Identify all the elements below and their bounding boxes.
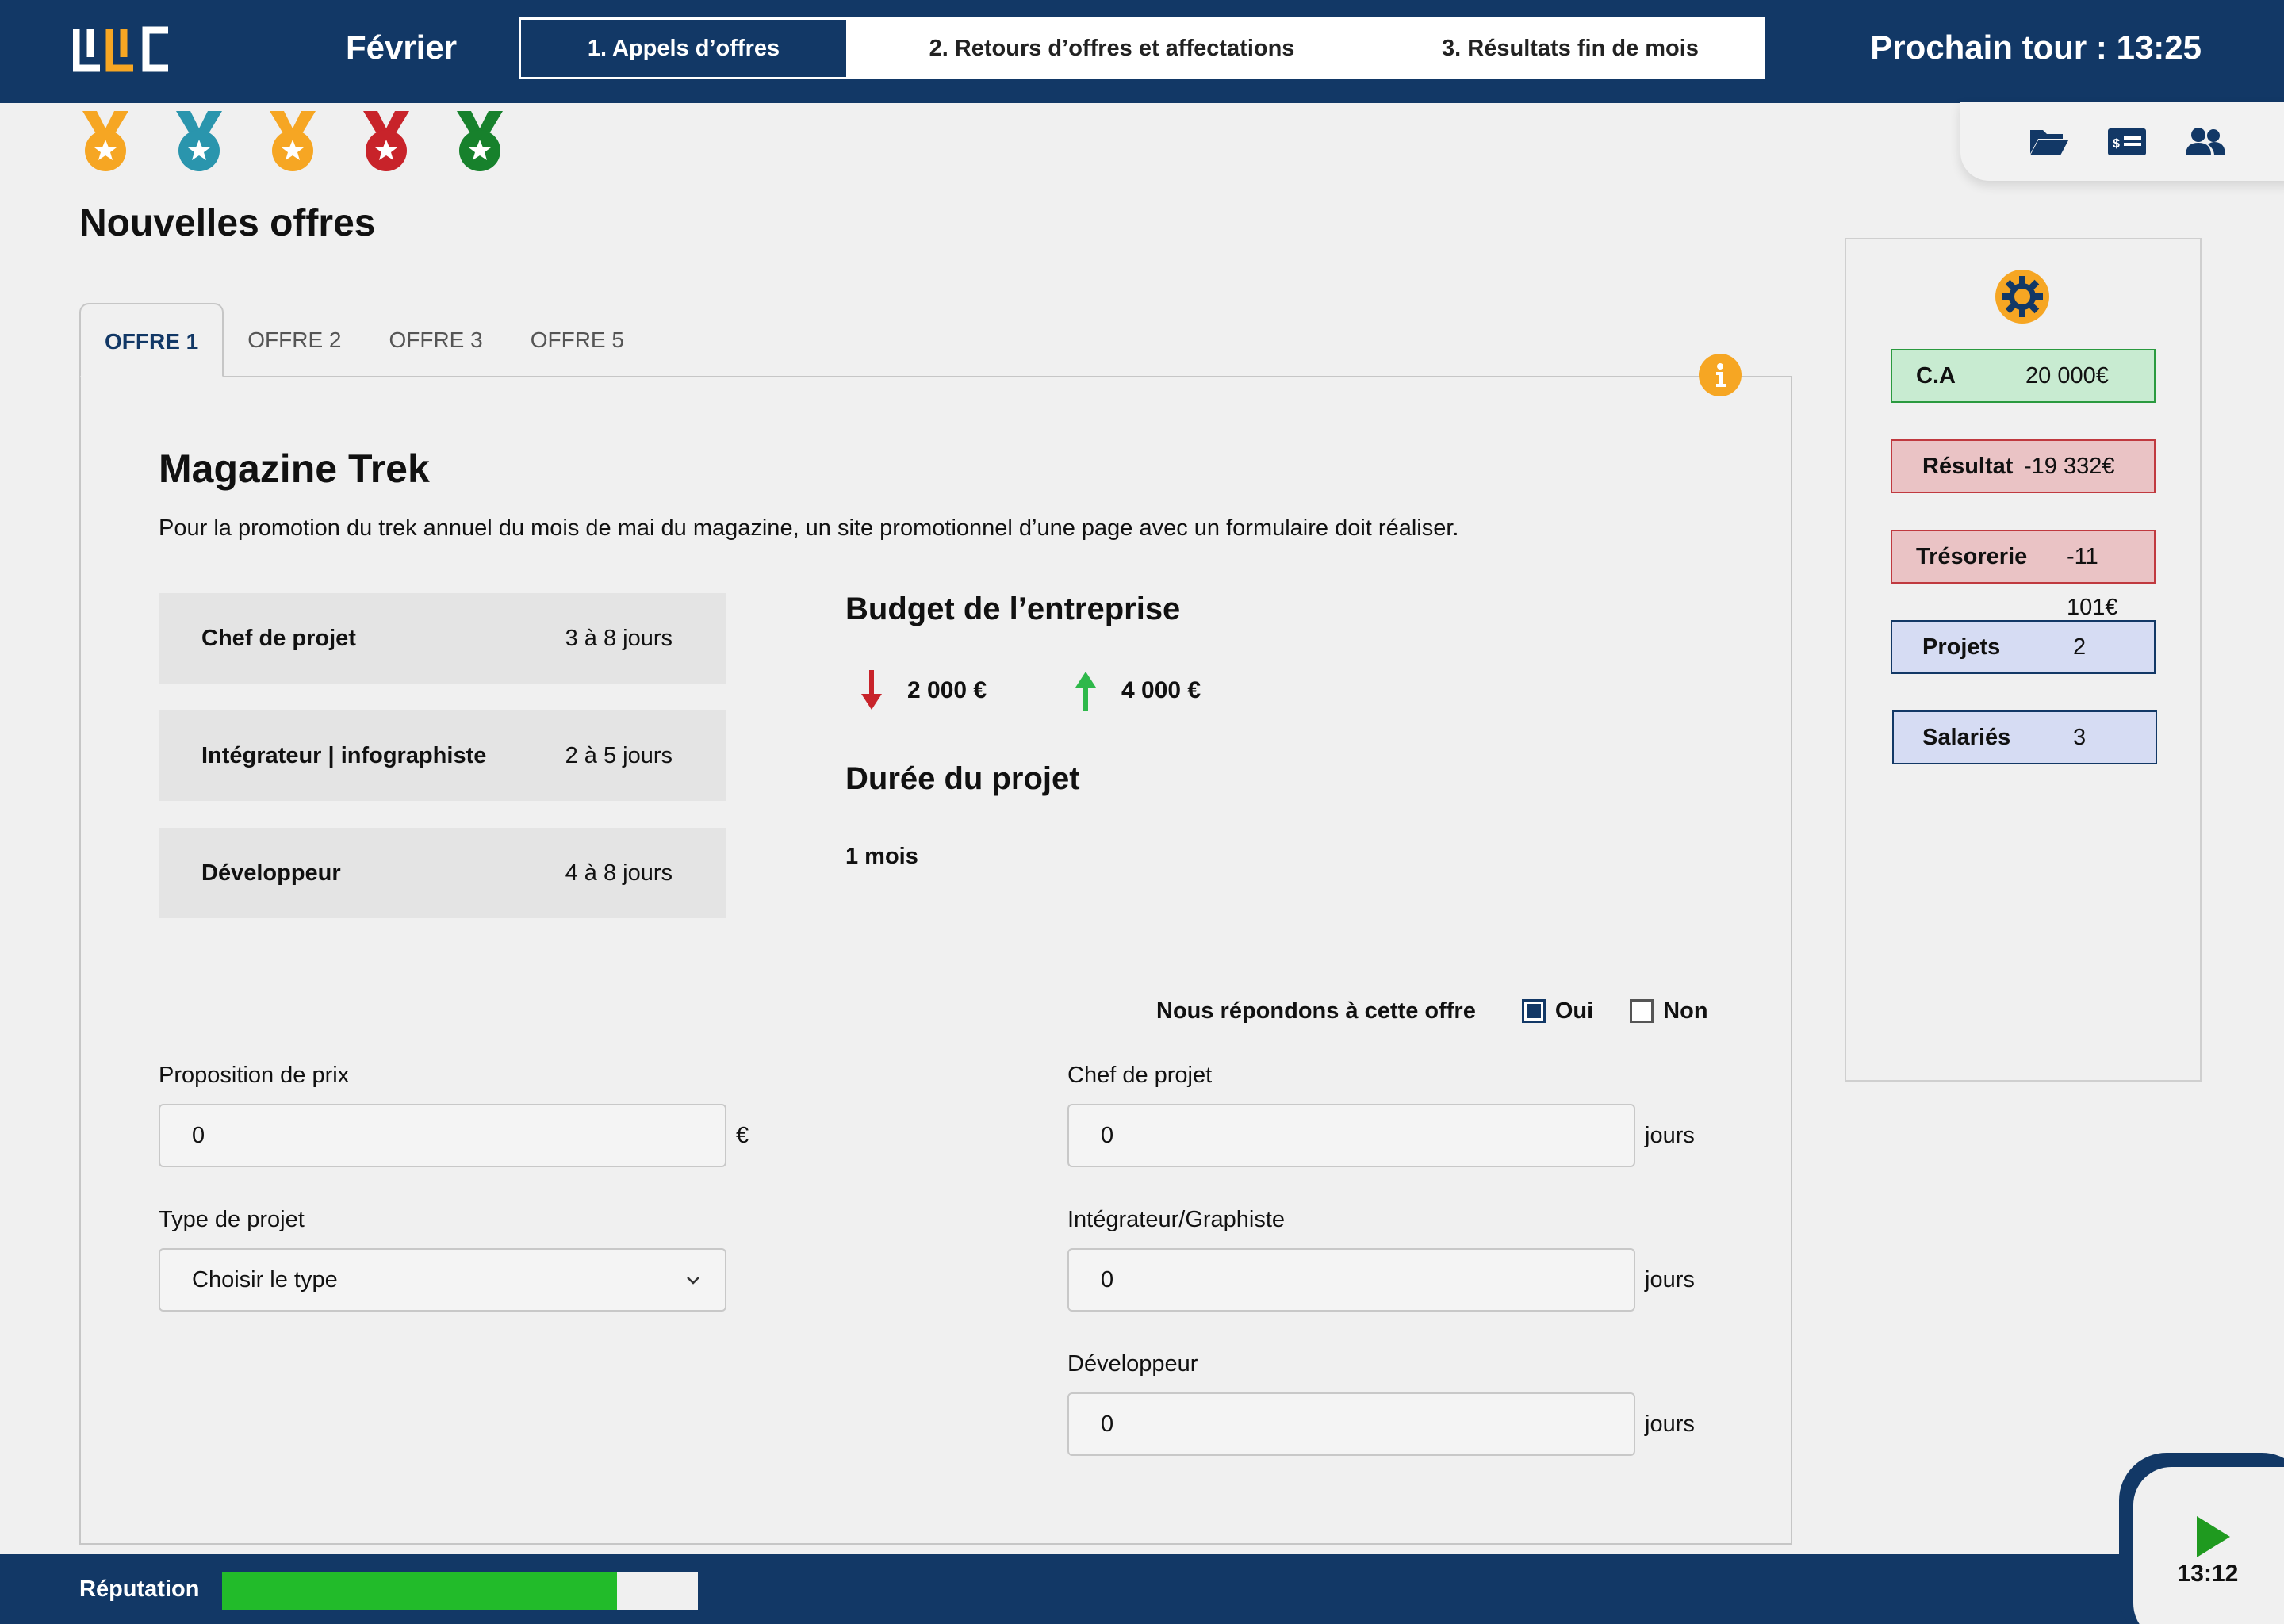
stat-label: Projets	[1922, 634, 2001, 660]
budget-min-value: 2 000 €	[907, 677, 987, 703]
tab-offre-3[interactable]: OFFRE 3	[365, 303, 506, 377]
role-requirement: Développeur 4 à 8 jours	[159, 828, 726, 918]
green-medal-icon	[457, 111, 503, 171]
red-medal-icon	[363, 111, 409, 171]
svg-text:$: $	[2113, 137, 2120, 151]
respond-no-label[interactable]: Non	[1663, 998, 1707, 1025]
stat-salaries: Salariés 3	[1892, 710, 2157, 764]
current-month: Février	[346, 29, 458, 66]
role-name: Chef de projet	[201, 626, 356, 651]
tab-offre-5[interactable]: OFFRE 5	[507, 303, 648, 377]
info-icon[interactable]	[1699, 354, 1742, 396]
teal-medal-icon	[176, 111, 222, 171]
arrow-up-icon	[1075, 672, 1096, 711]
medals-row	[76, 111, 509, 174]
respond-yes-label[interactable]: Oui	[1555, 998, 1593, 1025]
stat-resultat: Résultat -19 332€	[1891, 439, 2156, 493]
stat-label: Résultat	[1922, 454, 2014, 479]
bottom-bar: Réputation	[0, 1554, 2284, 1624]
pm-days-unit: jours	[1645, 1123, 1695, 1148]
stat-value: 2	[2073, 634, 2087, 660]
stat-label: Salariés	[1922, 725, 2011, 750]
project-type-value: Choisir le type	[192, 1267, 338, 1293]
tab-offre-2[interactable]: OFFRE 2	[224, 303, 365, 377]
stat-value: -11 101€	[2067, 544, 2118, 620]
budget-max-value: 4 000 €	[1121, 677, 1201, 703]
role-requirement: Chef de projet 3 à 8 jours	[159, 593, 726, 684]
gold-medal-icon	[82, 111, 128, 171]
integrator-days-label: Intégrateur/Graphiste	[1067, 1207, 1286, 1232]
play-icon[interactable]	[2194, 1515, 2233, 1559]
top-bar: Février 1. Appels d’offres 2. Retours d’…	[0, 0, 2284, 103]
dev-days-unit: jours	[1645, 1411, 1695, 1437]
tool-tray: $	[1960, 102, 2284, 181]
reputation-label: Réputation	[79, 1576, 200, 1602]
next-round-timer: Prochain tour : 13:25	[1870, 29, 2202, 66]
stat-label: Trésorerie	[1916, 544, 2028, 569]
budget-heading: Budget de l’entreprise	[845, 592, 1181, 626]
role-name: Développeur	[201, 860, 341, 886]
tab-offre-1[interactable]: OFFRE 1	[79, 303, 224, 377]
offer-panel	[79, 376, 1792, 1545]
step-retours-offres[interactable]: 2. Retours d’offres et affectations	[846, 20, 1378, 77]
stat-label: C.A	[1916, 363, 1956, 389]
gold-medal-icon	[270, 111, 316, 171]
price-input[interactable]: 0	[159, 1104, 726, 1167]
stat-value: 20 000€	[2025, 363, 2109, 389]
page-title: Nouvelles offres	[79, 202, 376, 244]
respond-no-checkbox[interactable]	[1630, 999, 1654, 1023]
phase-stepper: 1. Appels d’offres 2. Retours d’offres e…	[519, 17, 1765, 79]
respond-choice: Nous répondons à cette offre Oui Non	[1156, 993, 1708, 1029]
folder-open-icon[interactable]	[2029, 125, 2070, 157]
role-name: Intégrateur | infographiste	[201, 743, 487, 768]
stat-value: 3	[2073, 725, 2087, 750]
app-logo	[73, 26, 168, 72]
role-days: 3 à 8 jours	[565, 626, 673, 651]
price-unit: €	[736, 1123, 749, 1148]
users-icon[interactable]	[2184, 125, 2225, 157]
project-type-label: Type de projet	[159, 1207, 305, 1232]
step-appels-offres[interactable]: 1. Appels d’offres	[521, 20, 846, 77]
duration-heading: Durée du projet	[845, 761, 1080, 796]
play-turn-widget: 13:12	[2119, 1453, 2284, 1624]
step-resultats[interactable]: 3. Résultats fin de mois	[1378, 20, 1763, 77]
reputation-bar-fill	[222, 1572, 617, 1610]
role-days: 4 à 8 jours	[565, 860, 673, 886]
role-days: 2 à 5 jours	[565, 743, 673, 768]
play-turn-inner: 13:12	[2133, 1467, 2284, 1624]
stat-projets: Projets 2	[1891, 620, 2156, 674]
price-label: Proposition de prix	[159, 1063, 350, 1088]
dev-days-label: Développeur	[1067, 1351, 1198, 1377]
offer-tabs: OFFRE 1 OFFRE 2 OFFRE 3 OFFRE 5	[79, 303, 648, 377]
chevron-down-icon	[687, 1277, 699, 1285]
stat-value: -19 332€	[2024, 454, 2115, 479]
dev-days-input[interactable]: 0	[1067, 1392, 1635, 1456]
turn-timer: 13:12	[2177, 1561, 2239, 1587]
stat-tresorerie: Trésorerie -11 101€	[1891, 530, 2156, 620]
pm-days-input[interactable]: 0	[1067, 1104, 1635, 1167]
budget-max: 4 000 €	[1074, 663, 1201, 718]
integrator-days-input[interactable]: 0	[1067, 1248, 1635, 1312]
duration-value: 1 mois	[845, 844, 918, 869]
reputation-bar	[222, 1572, 698, 1610]
respond-label: Nous répondons à cette offre	[1156, 998, 1476, 1024]
offer-description: Pour la promotion du trek annuel du mois…	[159, 515, 1459, 541]
offer-title: Magazine Trek	[159, 446, 430, 491]
id-card-icon[interactable]: $	[2106, 125, 2148, 157]
respond-yes-checkbox[interactable]	[1521, 999, 1546, 1023]
integrator-days-unit: jours	[1645, 1267, 1695, 1293]
arrow-down-icon	[861, 670, 882, 710]
stat-ca: C.A 20 000€	[1891, 349, 2156, 403]
pm-days-label: Chef de projet	[1067, 1063, 1213, 1088]
project-type-select[interactable]: Choisir le type	[159, 1248, 726, 1312]
gear-icon[interactable]	[1994, 268, 2051, 325]
role-requirement: Intégrateur | infographiste 2 à 5 jours	[159, 710, 726, 801]
budget-min: 2 000 €	[860, 663, 987, 718]
